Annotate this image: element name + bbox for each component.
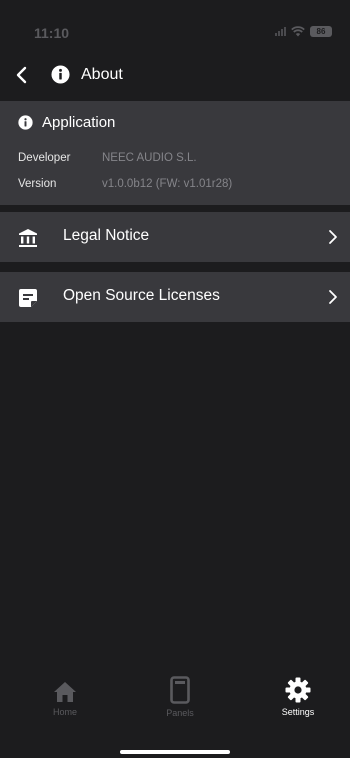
battery-icon: 86 bbox=[310, 26, 332, 37]
tab-panels[interactable]: Panels bbox=[140, 676, 220, 736]
developer-label: Developer bbox=[18, 152, 71, 164]
chevron-right-icon bbox=[329, 230, 337, 244]
signal-icon bbox=[275, 27, 286, 36]
application-header: Application bbox=[18, 114, 115, 131]
tab-home-label: Home bbox=[52, 707, 77, 717]
page-title: About bbox=[81, 66, 123, 83]
home-indicator[interactable] bbox=[120, 750, 230, 754]
developer-row: Developer NEEC AUDIO S.L. bbox=[18, 152, 197, 164]
open-source-licenses-label: Open Source Licenses bbox=[63, 287, 220, 304]
chevron-right-icon bbox=[329, 290, 337, 304]
developer-value: NEEC AUDIO S.L. bbox=[102, 152, 197, 164]
application-title: Application bbox=[42, 114, 116, 131]
tab-bar: Home Panels Settings bbox=[0, 676, 350, 758]
wifi-icon bbox=[291, 26, 305, 37]
open-source-licenses-item[interactable]: Open Source Licenses bbox=[0, 272, 350, 322]
version-value: v1.0.0b12 (FW: v1.01r28) bbox=[102, 178, 233, 190]
info-icon bbox=[51, 65, 70, 84]
legal-notice-item[interactable]: Legal Notice bbox=[0, 212, 350, 262]
document-icon bbox=[19, 289, 37, 307]
back-button[interactable] bbox=[14, 65, 30, 85]
bank-icon bbox=[19, 229, 37, 247]
tab-settings-label: Settings bbox=[281, 707, 315, 717]
tab-panels-label: Panels bbox=[166, 708, 194, 718]
gear-icon bbox=[285, 677, 311, 703]
status-icons: 86 bbox=[275, 26, 332, 37]
tab-home[interactable]: Home bbox=[25, 681, 105, 741]
panel-icon bbox=[170, 676, 190, 704]
application-card: Application Developer NEEC AUDIO S.L. Ve… bbox=[0, 101, 350, 205]
legal-notice-label: Legal Notice bbox=[63, 227, 150, 244]
status-bar: 11:10 86 bbox=[0, 0, 350, 50]
status-time: 11:10 bbox=[34, 25, 70, 41]
tab-settings[interactable]: Settings bbox=[258, 677, 338, 737]
version-label: Version bbox=[18, 178, 57, 190]
home-icon bbox=[54, 682, 76, 702]
version-row: Version v1.0.0b12 (FW: v1.01r28) bbox=[18, 178, 232, 190]
nav-bar: About bbox=[0, 58, 350, 92]
info-icon bbox=[18, 115, 33, 130]
